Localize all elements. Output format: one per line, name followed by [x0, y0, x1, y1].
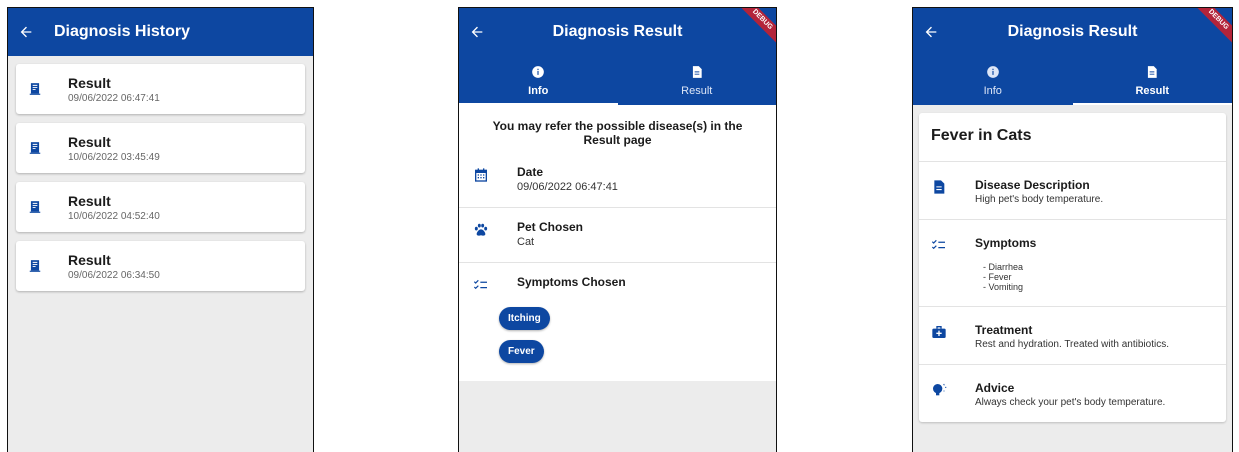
checklist-icon [931, 239, 945, 250]
receipt-icon [29, 83, 41, 95]
symptom-item: - Fever [983, 272, 1012, 282]
symptom-chip[interactable]: Itching [499, 307, 550, 330]
receipt-icon [29, 201, 41, 213]
back-button[interactable] [467, 22, 487, 42]
tab-result-label: Result [1135, 84, 1170, 97]
info-panel: You may refer the possible disease(s) in… [459, 105, 776, 381]
description-value: High pet's body temperature. [975, 194, 1104, 205]
treatment-value: Rest and hydration. Treated with antibio… [975, 339, 1169, 350]
tab-info-label: Info [528, 84, 549, 97]
debug-banner: DEBUG [1192, 8, 1232, 46]
calendar-icon [475, 168, 487, 182]
advice-row: Advice Always check your pet's body temp… [919, 365, 1226, 422]
history-item[interactable]: Result 09/06/2022 06:34:50 [16, 241, 305, 291]
symptom-item: - Diarrhea [983, 262, 1024, 272]
history-item[interactable]: Result 10/06/2022 03:45:49 [16, 123, 305, 173]
description-label: Disease Description [975, 178, 1090, 192]
symptoms-list: - Diarrhea - Fever - Vomiting [983, 262, 1036, 292]
app-bar: Diagnosis Result DEBUG Info Result [459, 8, 776, 105]
document-icon [934, 180, 945, 194]
diagnosis-history-screen: Diagnosis History Result 09/06/2022 06:4… [7, 7, 314, 452]
date-row: Date 09/06/2022 06:47:41 [459, 153, 776, 208]
info-icon [986, 65, 999, 78]
tab-info[interactable]: Info [459, 56, 618, 105]
tab-result[interactable]: Result [1072, 56, 1233, 105]
history-item-date: 10/06/2022 04:52:40 [68, 210, 160, 222]
document-icon [1148, 65, 1157, 78]
paw-icon [474, 223, 488, 236]
diagnosis-result-detail-screen: Diagnosis Result DEBUG Info Result Fever… [912, 7, 1233, 452]
debug-banner: DEBUG [736, 8, 776, 46]
history-item-title: Result [68, 133, 111, 150]
pet-row: Pet Chosen Cat [459, 208, 776, 263]
date-label: Date [517, 165, 544, 179]
result-card: Fever in Cats Disease Description High p… [919, 113, 1226, 422]
tab-info-label: Info [983, 84, 1002, 97]
app-bar: Diagnosis Result DEBUG Info Result [913, 8, 1232, 105]
history-item-date: 09/06/2022 06:34:50 [68, 269, 160, 281]
receipt-icon [29, 142, 41, 154]
date-value: 09/06/2022 06:47:41 [517, 181, 618, 193]
page-title: Diagnosis Result [552, 23, 683, 40]
tab-result[interactable]: Result [618, 56, 777, 105]
tab-bar: Info Result [459, 56, 776, 105]
advice-label: Advice [975, 381, 1015, 395]
history-item-date: 09/06/2022 06:47:41 [68, 92, 160, 104]
symptom-item: - Vomiting [983, 282, 1024, 292]
arrow-left-icon [20, 26, 32, 38]
history-item-date: 10/06/2022 03:45:49 [68, 151, 160, 163]
checklist-icon [473, 279, 487, 290]
history-item-title: Result [68, 251, 111, 268]
symptoms-label: Symptoms [975, 236, 1037, 250]
symptom-chip[interactable]: Fever [499, 340, 544, 363]
back-button[interactable] [921, 22, 941, 42]
result-content: Fever in Cats Disease Description High p… [913, 105, 1232, 422]
arrow-left-icon [925, 26, 937, 38]
treatment-label: Treatment [975, 323, 1033, 337]
advice-value: Always check your pet's body temperature… [975, 397, 1166, 408]
arrow-left-icon [471, 26, 483, 38]
symptoms-row: Symptoms - Diarrhea - Fever - Vomiting [919, 220, 1226, 307]
history-item-title: Result [68, 192, 111, 209]
pet-label: Pet Chosen [517, 220, 584, 234]
history-list: Result 09/06/2022 06:47:41 Result 10/06/… [8, 56, 313, 308]
history-item-title: Result [68, 74, 111, 91]
history-item[interactable]: Result 10/06/2022 04:52:40 [16, 182, 305, 232]
treatment-row: Treatment Rest and hydration. Treated wi… [919, 307, 1226, 365]
receipt-icon [29, 260, 41, 272]
tab-bar: Info Result [913, 56, 1232, 105]
info-icon [532, 65, 545, 78]
info-heading: You may refer the possible disease(s) in… [492, 119, 743, 147]
medical-kit-icon [932, 326, 946, 338]
symptom-chips: Itching Fever [459, 307, 776, 373]
tab-info[interactable]: Info [913, 56, 1073, 105]
diagnosis-result-info-screen: Diagnosis Result DEBUG Info Result You m… [458, 7, 777, 452]
pet-value: Cat [517, 236, 535, 248]
symptoms-row: Symptoms Chosen [459, 263, 776, 307]
page-title: Diagnosis Result [1007, 23, 1138, 40]
description-row: Disease Description High pet's body temp… [919, 162, 1226, 220]
lightbulb-icon [933, 383, 947, 396]
document-icon [692, 65, 702, 78]
tab-result-label: Result [681, 84, 713, 97]
back-button[interactable] [16, 22, 36, 42]
history-item[interactable]: Result 09/06/2022 06:47:41 [16, 64, 305, 114]
app-bar: Diagnosis History [8, 8, 313, 56]
disease-title: Fever in Cats [919, 113, 1226, 162]
symptoms-label: Symptoms Chosen [517, 275, 626, 289]
page-title: Diagnosis History [54, 23, 191, 40]
